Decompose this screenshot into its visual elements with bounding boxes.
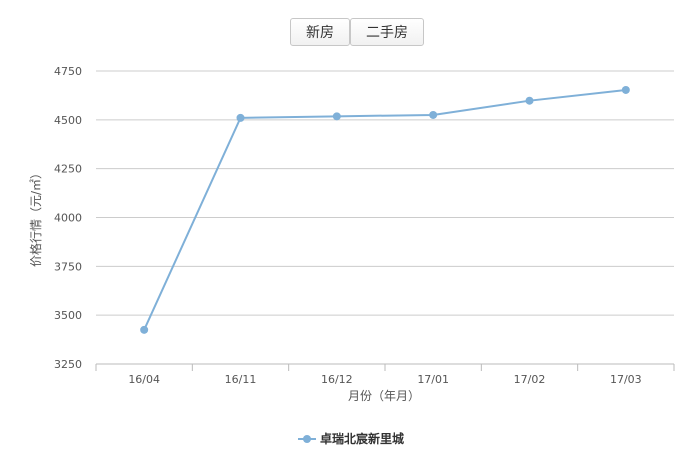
y-tick-label: 3750 <box>54 260 82 273</box>
x-axis-title: 月份（年月） <box>348 389 420 403</box>
data-point <box>429 110 438 119</box>
y-tick-label: 4250 <box>54 163 82 176</box>
series-lines <box>140 85 630 334</box>
x-tick-label: 16/11 <box>225 373 257 386</box>
price-line-chart: 3250350037504000425045004750 16/04 16/11 1… <box>28 65 675 446</box>
data-point <box>621 85 630 94</box>
y-tick-label: 3500 <box>54 309 82 322</box>
x-tick-label: 16/12 <box>321 373 353 386</box>
x-tick-label: 16/04 <box>128 373 160 386</box>
x-tick-label: 17/01 <box>417 373 449 386</box>
data-point <box>525 96 534 105</box>
data-point <box>332 112 341 121</box>
y-tick-label: 3250 <box>54 358 82 371</box>
x-tick-label: 17/03 <box>610 373 642 386</box>
y-tick-label: 4500 <box>54 114 82 127</box>
legend-label: 卓瑞北宸新里城 <box>320 431 404 446</box>
y-tick-label: 4750 <box>54 65 82 78</box>
y-axis-title: 价格行情（元/㎡） <box>28 167 43 267</box>
legend-marker-dot <box>303 435 311 443</box>
data-point <box>236 113 245 122</box>
y-axis-ticks: 3250 3500 3750 4000 4250 4500 4750 <box>54 65 82 371</box>
x-tick-label: 17/02 <box>514 373 546 386</box>
legend[interactable]: 卓瑞北宸新里城 <box>298 431 404 446</box>
x-axis: 16/04 16/11 16/12 17/01 17/02 17/03 <box>95 363 675 386</box>
data-point <box>140 325 149 334</box>
series-line <box>143 88 626 331</box>
y-tick-label: 4000 <box>54 212 82 225</box>
